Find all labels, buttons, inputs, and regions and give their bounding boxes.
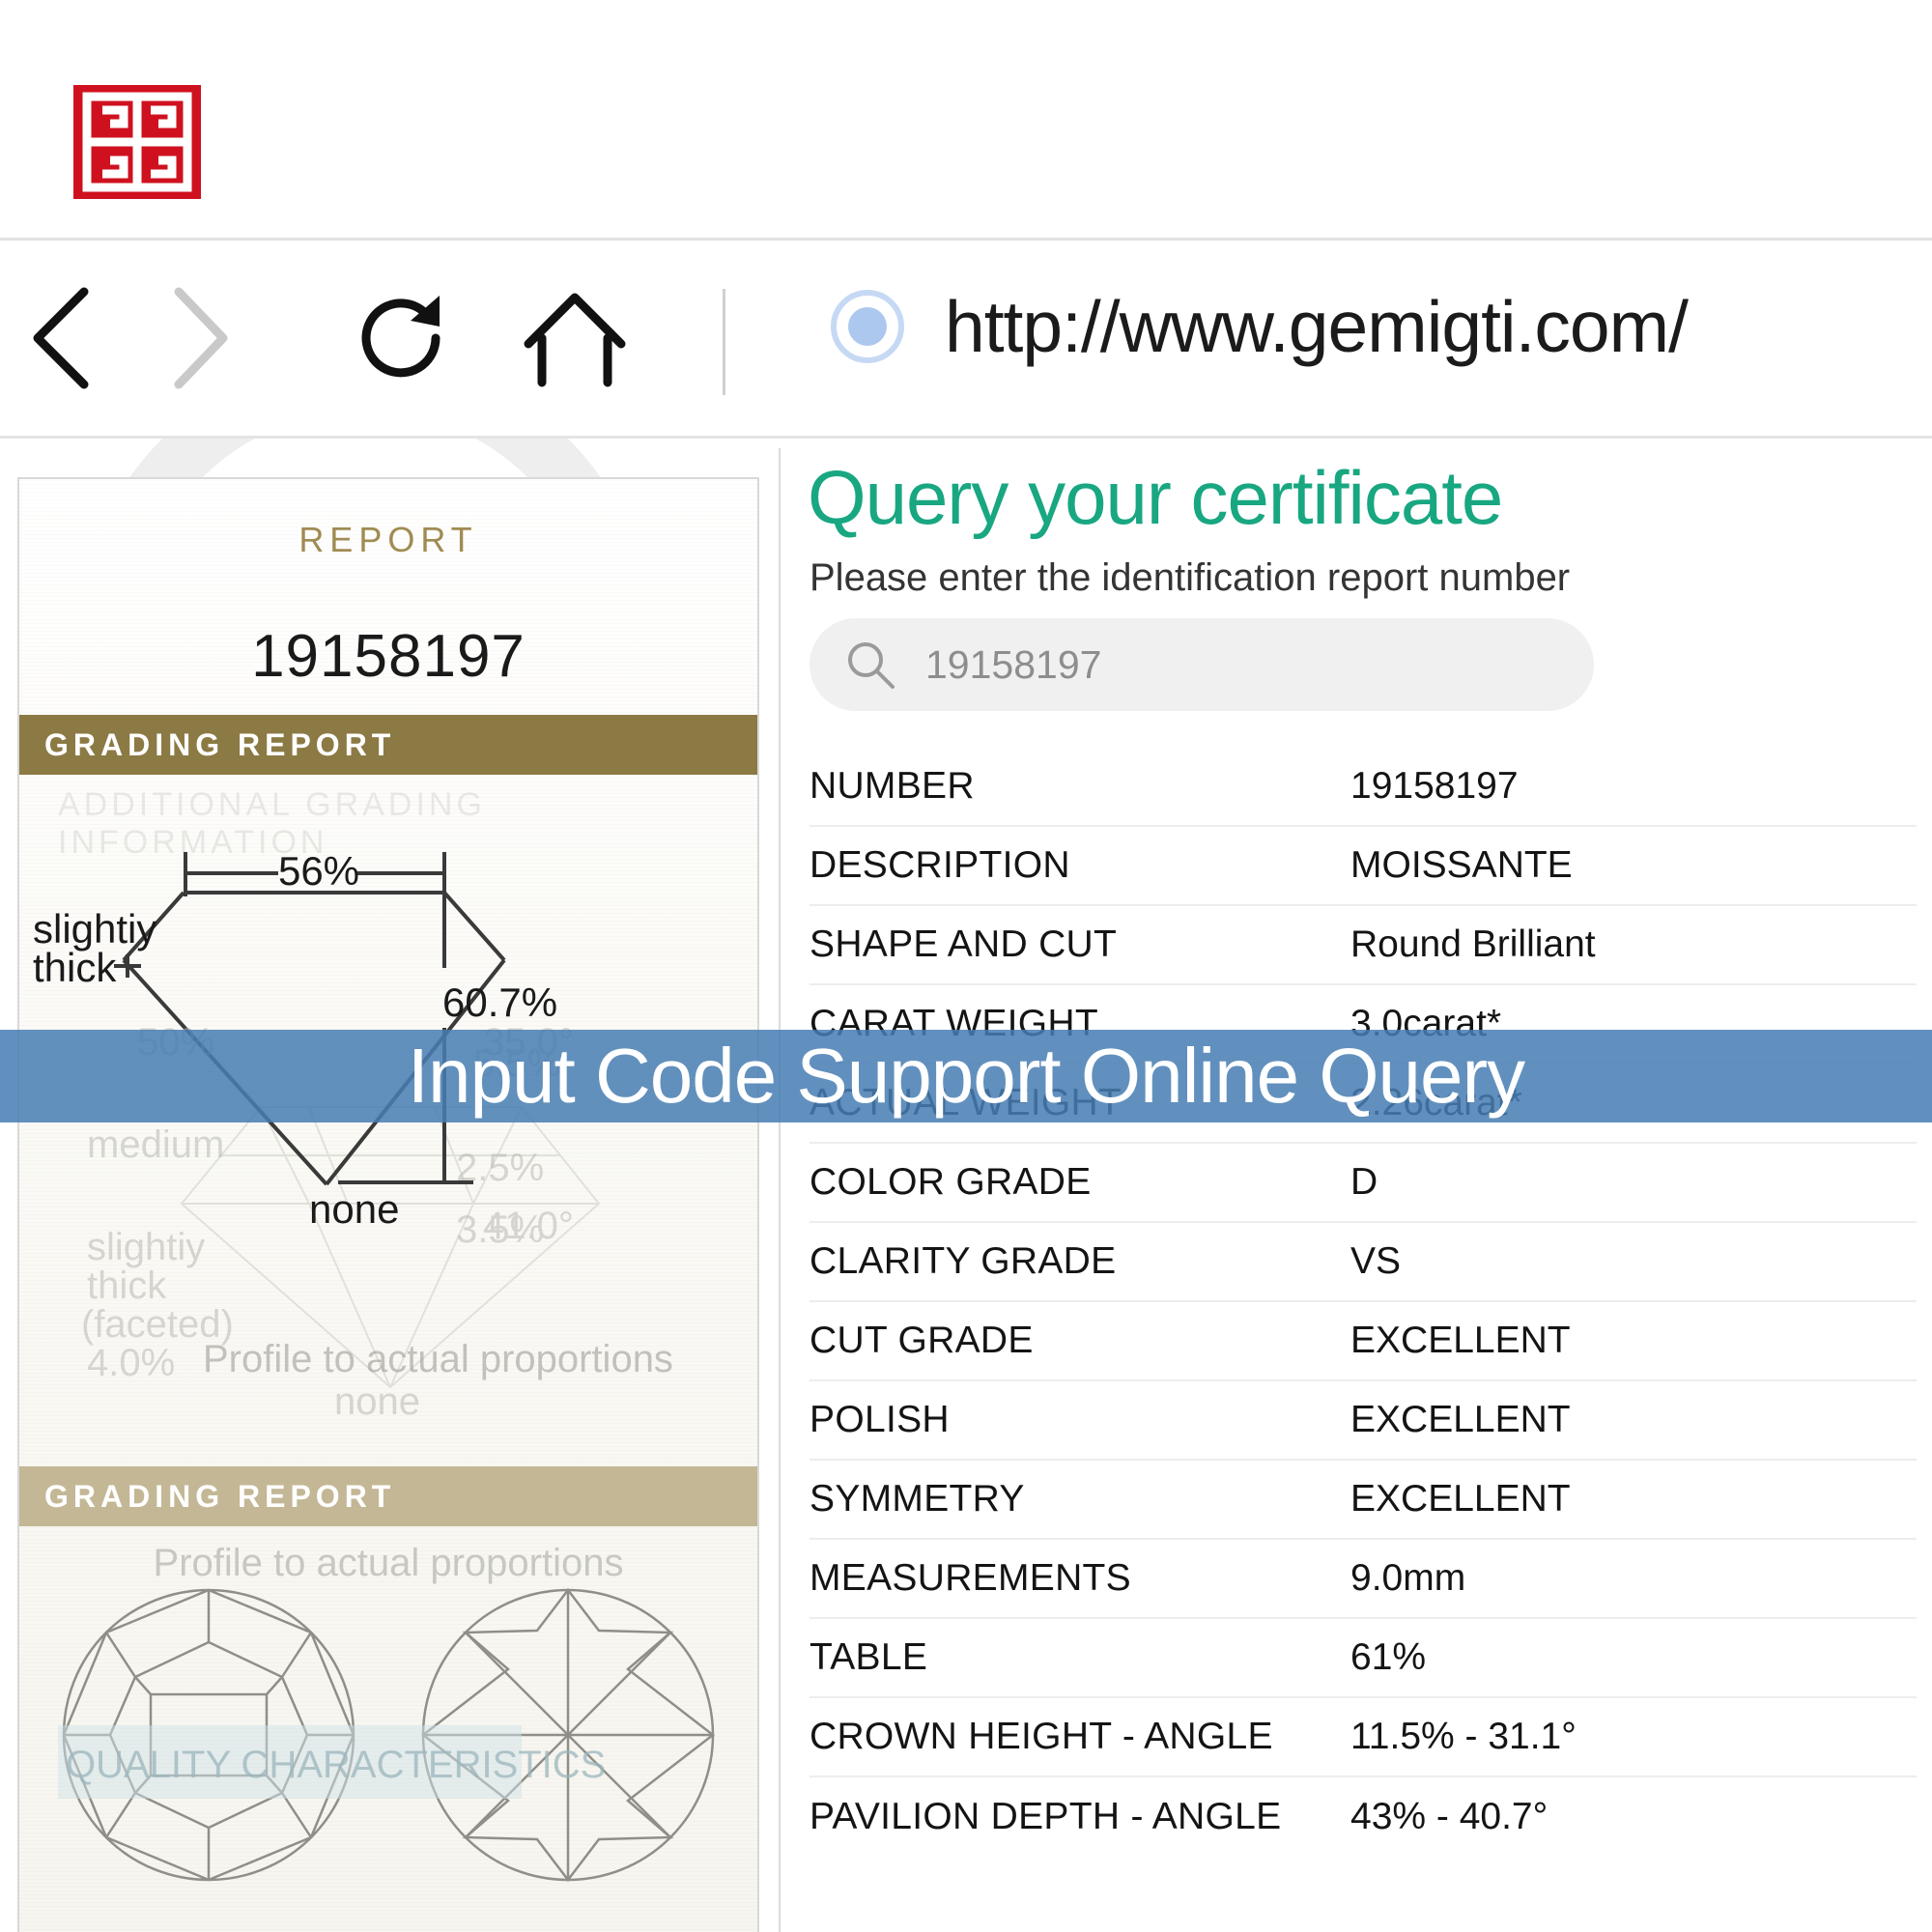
diamond-profile-diagram: 56% 60.7% slightiy thick none medium sli…: [19, 788, 757, 1464]
page-subtitle: Please enter the identification report n…: [810, 556, 1571, 599]
ghost-41: 41.0°: [483, 1205, 574, 1247]
certificate-details-table: NUMBER 19158197 DESCRIPTION MOISSANTE SHAPE …: [810, 748, 1917, 1857]
detail-value: 9.0mm: [1350, 1557, 1466, 1599]
table-row: MEASUREMENTS 9.0mm: [810, 1540, 1917, 1619]
home-button[interactable]: [512, 275, 638, 401]
query-panel: Query your certificate Please enter the …: [808, 439, 1932, 1932]
search-input[interactable]: 19158197: [925, 642, 1101, 688]
detail-value: VS: [1350, 1240, 1402, 1282]
browser-toolbar: http://www.gemigti.com/: [0, 241, 1932, 436]
screenshot-root: http://www.gemigti.com/ REPORT 19158197 …: [0, 0, 1932, 1932]
detail-value: 61%: [1350, 1636, 1427, 1678]
detail-key: SHAPE AND CUT: [810, 923, 1118, 965]
toolbar-divider: [723, 289, 725, 395]
globe-icon: [831, 290, 904, 363]
site-header: [0, 0, 1932, 238]
panel-divider: [779, 448, 781, 1932]
chevron-right-icon: [174, 287, 228, 389]
chevron-left-icon: [33, 287, 89, 389]
detail-value: Round Brilliant: [1350, 923, 1596, 965]
certificate-band-bottom-label: GRADING REPORT: [44, 1478, 396, 1514]
detail-value: EXCELLENT: [1350, 1399, 1571, 1440]
table-row: CROWN HEIGHT - ANGLE 11.5% - 31.1°: [810, 1698, 1917, 1777]
table-row: SYMMETRY EXCELLENT: [810, 1461, 1917, 1540]
detail-value: 19158197: [1350, 765, 1519, 807]
detail-value: D: [1350, 1161, 1378, 1203]
address-bar[interactable]: http://www.gemigti.com/: [831, 285, 1689, 368]
back-button[interactable]: [8, 275, 114, 401]
detail-key: PAVILION DEPTH - ANGLE: [810, 1796, 1282, 1837]
table-row: DESCRIPTION MOISSANTE: [810, 827, 1917, 906]
ghost-slightly: slightiy: [87, 1226, 205, 1268]
page-title: Query your certificate: [808, 455, 1503, 540]
table-row: TABLE 61%: [810, 1619, 1917, 1698]
detail-key: POLISH: [810, 1399, 950, 1440]
ghost-40: 4.0%: [87, 1342, 175, 1384]
table-row: COLOR GRADE D: [810, 1144, 1917, 1223]
ghost-profile-caption: Profile to actual proportions: [203, 1338, 673, 1380]
detail-key: CROWN HEIGHT - ANGLE: [810, 1716, 1273, 1757]
search-icon: [848, 642, 895, 689]
detail-key: TABLE: [810, 1636, 928, 1678]
certificate-band-top: GRADING REPORT: [19, 715, 757, 775]
detail-key: CLARITY GRADE: [810, 1240, 1117, 1282]
detail-key: CUT GRADE: [810, 1320, 1034, 1361]
detail-value: EXCELLENT: [1350, 1320, 1571, 1361]
detail-value: EXCELLENT: [1350, 1478, 1571, 1520]
detail-value: MOISSANTE: [1350, 844, 1573, 886]
table-row: CLARITY GRADE VS: [810, 1223, 1917, 1302]
ghost-thick: thick: [87, 1264, 167, 1307]
table-row: NUMBER 19158197: [810, 748, 1917, 827]
reload-button[interactable]: [338, 275, 464, 401]
search-field[interactable]: 19158197: [810, 618, 1594, 711]
detail-value: 11.5% - 31.1°: [1350, 1716, 1577, 1757]
detail-value: 43% - 40.7°: [1350, 1796, 1548, 1837]
promo-banner-text: Input Code Support Online Query: [407, 1033, 1525, 1119]
detail-key: MEASUREMENTS: [810, 1557, 1131, 1599]
girdle-label-line2: thick: [33, 945, 117, 990]
certificate-band-top-label: GRADING REPORT: [44, 726, 396, 762]
certificate-preview[interactable]: REPORT 19158197 GRADING REPORT ADDITIONA…: [17, 477, 759, 1932]
table-row: POLISH EXCELLENT: [810, 1381, 1917, 1461]
depth-pct-label: 60.7%: [442, 980, 557, 1025]
forward-button[interactable]: [145, 275, 251, 401]
detail-key: COLOR GRADE: [810, 1161, 1092, 1203]
home-icon: [524, 293, 626, 387]
detail-key: NUMBER: [810, 765, 975, 807]
detail-key: SYMMETRY: [810, 1478, 1025, 1520]
plot-diagrams: QUALITY CHARACTERISTICS: [19, 1542, 757, 1932]
certificate-report-word: REPORT: [298, 520, 478, 559]
ghost-quality-characteristics: QUALITY CHARACTERISTICS: [66, 1744, 606, 1786]
certificate-number: 19158197: [251, 623, 526, 690]
table-row: PAVILION DEPTH - ANGLE 43% - 40.7°: [810, 1777, 1917, 1857]
gemigti-logo[interactable]: [73, 85, 201, 199]
ghost-42-5: 2.5%: [456, 1147, 544, 1189]
culet-label: none: [309, 1186, 399, 1232]
url-text[interactable]: http://www.gemigti.com/: [945, 285, 1689, 368]
ghost-none: none: [334, 1380, 420, 1423]
promo-banner: Input Code Support Online Query: [0, 1030, 1932, 1122]
table-row: CUT GRADE EXCELLENT: [810, 1302, 1917, 1381]
table-row: SHAPE AND CUT Round Brilliant: [810, 906, 1917, 985]
certificate-band-bottom: GRADING REPORT: [19, 1466, 757, 1526]
detail-key: DESCRIPTION: [810, 844, 1070, 886]
reload-icon: [361, 296, 440, 378]
ghost-medium: medium: [87, 1123, 224, 1166]
table-pct-label: 56%: [278, 848, 359, 894]
page-content: REPORT 19158197 GRADING REPORT ADDITIONA…: [0, 439, 1932, 1932]
